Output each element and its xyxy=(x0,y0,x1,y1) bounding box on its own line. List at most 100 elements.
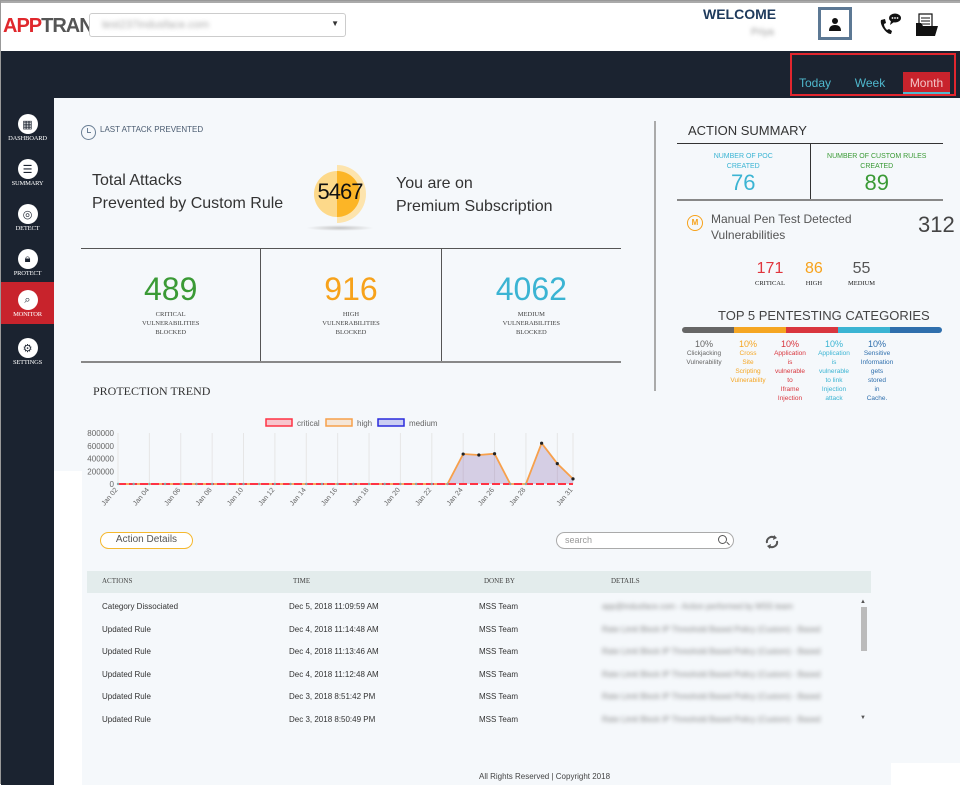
category-description: Information xyxy=(860,359,894,366)
column-header-done-by[interactable]: DONE BY xyxy=(484,577,515,585)
sidebar-item-dashboard[interactable]: ▦ DASHBOARD xyxy=(1,106,54,150)
search-icon[interactable] xyxy=(718,535,727,544)
row-done-by: MSS Team xyxy=(479,624,518,634)
last-attack-prevented: LAST ATTACK PREVENTED xyxy=(81,122,203,140)
row-time: Dec 4, 2018 11:13:46 AM xyxy=(289,647,379,657)
data-point xyxy=(477,453,481,457)
column-header-time[interactable]: TIME xyxy=(293,577,310,585)
series-medium-area xyxy=(118,443,573,484)
action-details-button[interactable]: Action Details xyxy=(100,532,193,549)
x-tick-label: Jan 02 xyxy=(101,487,120,508)
data-point xyxy=(242,482,245,486)
data-point xyxy=(540,441,544,445)
stat-value: 916 xyxy=(324,271,378,307)
total-attacks-label: Total Attacks Prevented by Custom Rule xyxy=(92,169,283,215)
user-profile-button[interactable] xyxy=(818,7,852,40)
x-tick-label: Jan 06 xyxy=(163,487,182,508)
legend-swatch-high xyxy=(325,418,353,427)
top5-bar-segment xyxy=(682,327,734,333)
y-tick-label: 400000 xyxy=(87,455,114,464)
table-row[interactable]: Updated Rule Dec 4, 2018 11:13:46 AM MSS T… xyxy=(87,642,871,665)
background-patch xyxy=(54,471,82,785)
category-description: Injection xyxy=(777,395,803,402)
phone-chat-icon[interactable] xyxy=(877,11,905,39)
row-action: Updated Rule xyxy=(102,714,151,724)
data-point xyxy=(320,482,324,486)
monitor-search-icon: ⌕ xyxy=(17,290,38,310)
severity-value: 86 xyxy=(805,260,823,277)
severity-label: HIGH xyxy=(805,280,823,287)
sidebar-item-label: PROTECT xyxy=(13,270,42,277)
row-time: Dec 3, 2018 8:50:49 PM xyxy=(289,714,376,724)
top5-bar-segment xyxy=(838,327,890,333)
date-range-selector: Today Week Month xyxy=(790,53,956,96)
table-row[interactable]: Updated Rule Dec 3, 2018 8:50:49 PM MSS Te… xyxy=(87,710,871,733)
row-details: Rate Limit Block IP Threshold Based Poli… xyxy=(602,692,821,702)
row-action: Updated Rule xyxy=(102,669,151,679)
custom-rules-value: 89 xyxy=(864,170,889,195)
total-attacks-value: 5467 xyxy=(317,179,364,204)
x-tick-label: Jan 31 xyxy=(556,487,575,508)
sidebar-item-detect[interactable]: ◎ DETECT xyxy=(1,196,54,240)
data-point xyxy=(179,482,182,486)
range-month-button[interactable]: Month xyxy=(903,72,950,94)
scroll-down-icon[interactable]: ▼ xyxy=(860,715,866,721)
data-point xyxy=(273,482,277,486)
search-box xyxy=(556,532,734,549)
refresh-icon[interactable] xyxy=(763,533,781,551)
stat-label: MEDIUM VULNERABILITIES BLOCKED xyxy=(502,311,561,336)
table-header: ACTIONS TIME DONE BY DETAILS xyxy=(87,571,871,593)
total-attacks-badge: 5467 xyxy=(306,165,374,231)
site-select[interactable]: test237indusface.com ▼ xyxy=(89,13,346,37)
table-row[interactable]: Updated Rule Dec 4, 2018 11:12:48 AM MSS T… xyxy=(87,665,871,688)
sidebar-item-protect[interactable]: 🔒︎ PROTECT xyxy=(1,241,54,285)
category-description: is xyxy=(787,359,793,366)
sidebar-item-monitor[interactable]: ⌕ MONITOR xyxy=(1,282,54,324)
table-scrollbar[interactable]: ▲ ▼ xyxy=(859,599,869,721)
table-row[interactable]: Updated Rule Dec 3, 2018 8:51:42 PM MSS Te… xyxy=(87,687,871,710)
category-description: to xyxy=(787,377,793,384)
folder-icon[interactable] xyxy=(913,11,941,39)
table-row[interactable]: Category Dissociated Dec 5, 2018 11:09:59… xyxy=(87,597,871,620)
gear-icon: ⚙ xyxy=(17,338,38,358)
row-done-by: MSS Team xyxy=(479,602,518,611)
column-header-details[interactable]: DETAILS xyxy=(611,577,640,585)
row-done-by: MSS Team xyxy=(479,692,518,702)
row-done-by: MSS Team xyxy=(479,714,518,724)
row-done-by: MSS Team xyxy=(479,669,518,679)
sidebar-item-summary[interactable]: ☰ SUMMARY xyxy=(1,151,54,195)
stat-critical: 489 CRITICAL VULNERABILITIES BLOCKED xyxy=(81,249,262,361)
data-point xyxy=(116,482,120,486)
custom-rules-label: NUMBER OF CUSTOM RULES xyxy=(827,153,927,160)
range-today-button[interactable]: Today xyxy=(795,72,835,94)
legend-swatch-critical xyxy=(265,418,293,427)
table-row[interactable]: Updated Rule Dec 4, 2018 11:14:48 AM MSS T… xyxy=(87,620,871,643)
data-point xyxy=(336,482,339,486)
scrollbar-thumb[interactable] xyxy=(861,607,867,651)
protection-trend-chart: 8000006000004000002000000Jan 02 Jan 04 Jan… xyxy=(87,418,575,508)
column-header-actions[interactable]: ACTIONS xyxy=(102,577,132,585)
scroll-up-icon[interactable]: ▲ xyxy=(860,599,866,605)
welcome-label: WELCOME xyxy=(703,6,777,22)
sidebar-item-settings[interactable]: ⚙ SETTINGS xyxy=(1,330,54,374)
data-point xyxy=(132,482,135,486)
data-point xyxy=(446,482,449,486)
y-tick-label: 200000 xyxy=(87,467,114,476)
manual-pentest-total: 312 xyxy=(918,212,955,237)
category-description: in xyxy=(874,386,880,393)
search-input[interactable] xyxy=(565,535,715,545)
footer-copyright: All Rights Reserved | Copyright 2018 xyxy=(479,772,611,781)
data-point xyxy=(352,482,355,486)
data-point xyxy=(258,482,261,486)
row-details: app@indusface.com - Action performed by … xyxy=(602,602,793,611)
category-description: vulnerable xyxy=(775,368,805,375)
top5-category: 10% Clickjacking Vulnerability xyxy=(679,339,729,367)
data-point xyxy=(226,482,230,486)
custom-rules-count: NUMBER OF CUSTOM RULES CREATED 89 xyxy=(811,144,944,199)
category-description: Clickjacking xyxy=(686,350,722,357)
top5-bar xyxy=(682,327,942,333)
range-week-button[interactable]: Week xyxy=(850,72,890,94)
vulnerability-stats: 489 CRITICAL VULNERABILITIES BLOCKED 916 H… xyxy=(81,248,621,363)
category-percent: 10% xyxy=(780,339,799,349)
subscription-line2: Premium Subscription xyxy=(396,198,553,215)
